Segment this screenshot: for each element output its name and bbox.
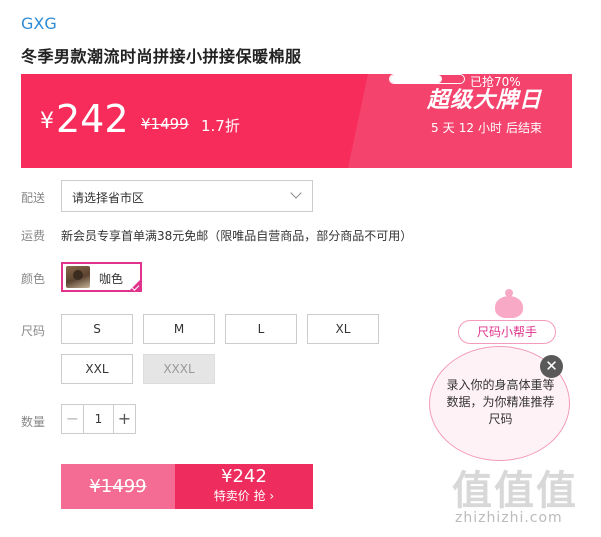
quantity-input[interactable]: 1 <box>84 405 113 433</box>
buy-original-price[interactable]: ¥1499 <box>61 464 175 509</box>
region-select[interactable]: 请选择省市区 <box>61 180 313 212</box>
size-helper-text: 录入你的身高体重等数据，为你精准推荐尺码 <box>446 378 555 426</box>
size-option-s[interactable]: S <box>61 314 133 344</box>
buy-now-button[interactable]: ¥242 特卖价 抢 › <box>175 464 313 509</box>
product-title: 冬季男款潮流时尚拼接小拼接保暖棉服 <box>21 47 302 66</box>
close-icon[interactable]: ✕ <box>540 355 563 378</box>
color-option-label: 咖色 <box>99 272 124 286</box>
size-option-xl[interactable]: XL <box>307 314 379 344</box>
jacket-thumbnail-icon <box>66 266 90 288</box>
currency-symbol: ¥ <box>40 109 54 134</box>
countdown-days-unit: 天 <box>442 121 455 135</box>
size-option-xxxl: XXXL <box>143 354 215 384</box>
quantity-plus-button[interactable]: + <box>113 405 135 433</box>
original-price: ¥1499 <box>141 115 189 133</box>
color-label: 颜色 <box>21 272 46 286</box>
quantity-label: 数量 <box>21 415 46 429</box>
countdown-hours: 12 <box>458 121 474 135</box>
size-label: 尺码 <box>21 324 46 338</box>
sale-price-value: 242 <box>56 97 129 141</box>
chevron-down-icon <box>290 187 302 199</box>
region-select-placeholder: 请选择省市区 <box>72 191 145 205</box>
quantity-stepper: − 1 + <box>61 404 136 434</box>
size-option-l[interactable]: L <box>225 314 297 344</box>
color-option-selected[interactable]: 咖色 <box>61 262 142 292</box>
brand-name[interactable]: GXG <box>21 14 57 33</box>
size-helper-tag[interactable]: 尺码小帮手 <box>458 320 556 344</box>
quantity-minus-button[interactable]: − <box>62 405 84 433</box>
countdown-suffix: 后结束 <box>505 121 542 135</box>
discount-rate: 1.7折 <box>201 117 240 135</box>
countdown: 5 天 12 小时 后结束 <box>427 119 542 136</box>
sold-progress-fill <box>390 75 442 83</box>
size-option-xxl[interactable]: XXL <box>61 354 133 384</box>
delivery-label: 配送 <box>21 191 46 205</box>
sold-progress-label: 已抢70% <box>470 75 521 89</box>
size-option-m[interactable]: M <box>143 314 215 344</box>
countdown-hours-unit: 小时 <box>477 121 502 135</box>
mascot-icon <box>495 289 523 318</box>
countdown-days: 5 <box>431 121 439 135</box>
watermark-logo: 值值值 <box>452 468 578 514</box>
sold-progress-bar <box>389 74 465 84</box>
buy-action-label: 特卖价 抢 › <box>213 489 275 503</box>
sale-price: ¥242 <box>40 97 129 141</box>
watermark-url: zhizhizhi.com <box>455 510 563 526</box>
shipping-info: 新会员专享首单满38元免邮（限唯品自营商品，部分商品不可用） <box>61 229 413 243</box>
buy-price: ¥242 <box>221 466 267 487</box>
shipping-label: 运费 <box>21 229 46 243</box>
